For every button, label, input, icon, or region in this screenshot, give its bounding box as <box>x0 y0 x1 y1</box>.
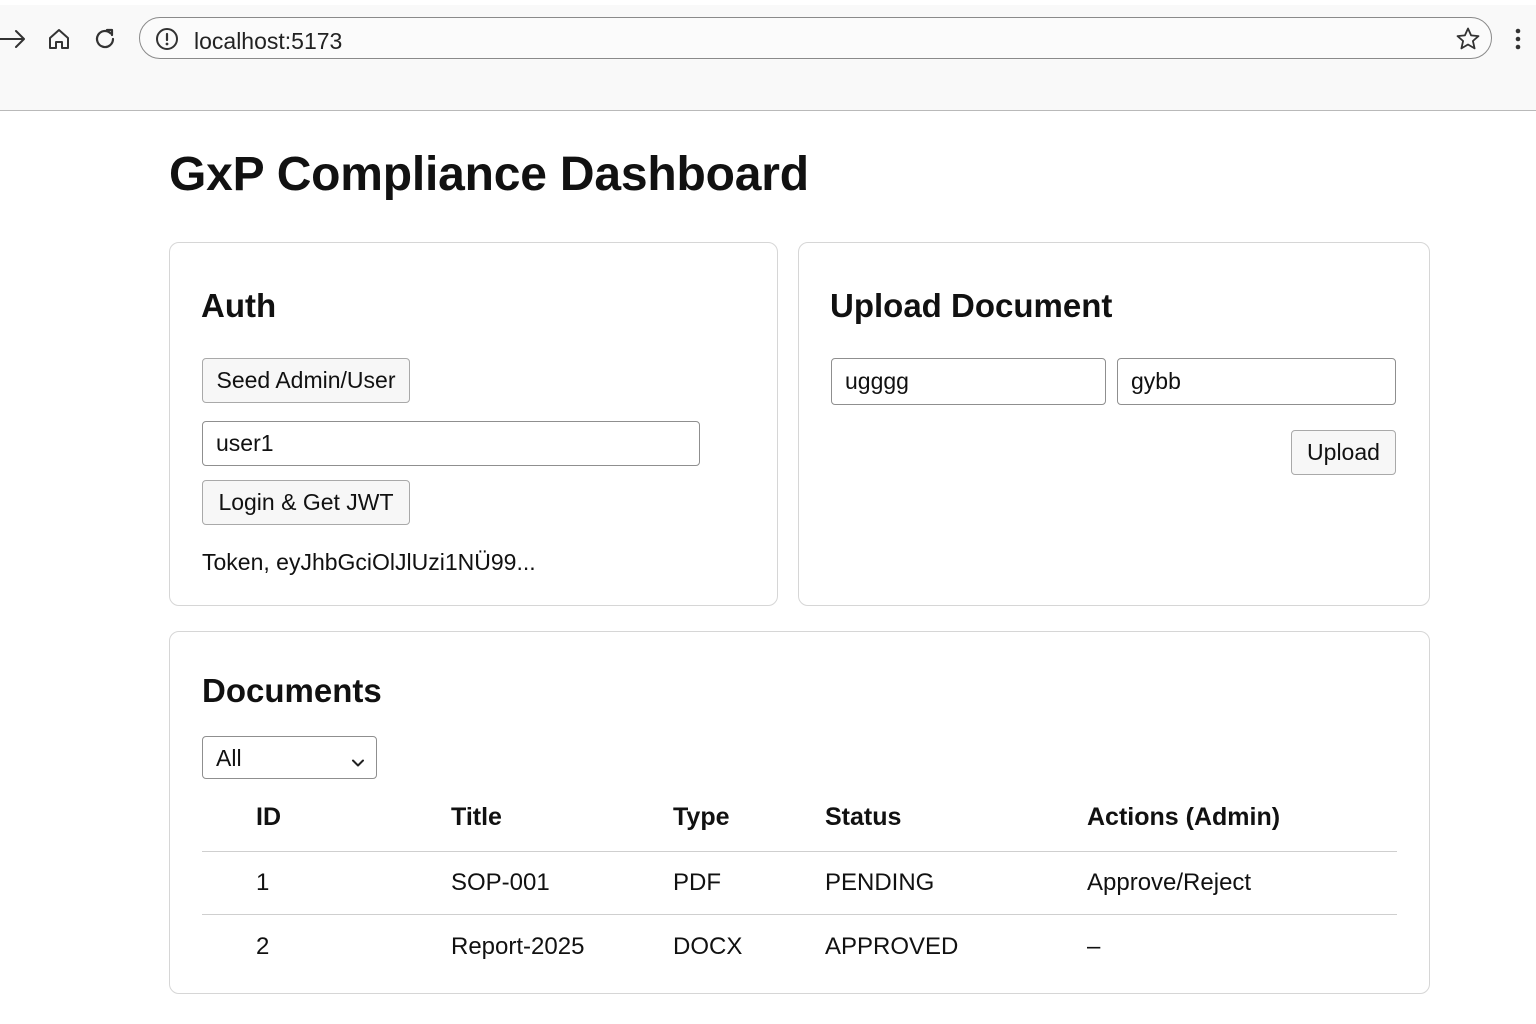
upload-heading: Upload Document <box>830 287 1113 324</box>
reload-icon[interactable] <box>90 24 120 54</box>
auth-heading: Auth <box>201 287 277 324</box>
document-type-input[interactable] <box>1117 358 1396 405</box>
document-title-input[interactable] <box>831 358 1106 405</box>
auth-card: Auth Seed Admin/User Login & Get JWT Tok… <box>169 242 778 606</box>
chevron-down-icon <box>350 750 366 777</box>
row-divider <box>202 914 1397 915</box>
column-header-id: ID <box>256 803 281 831</box>
page-title: GxP Compliance Dashboard <box>169 148 809 201</box>
header-divider <box>202 851 1397 852</box>
row-title: SOP-001 <box>451 869 550 896</box>
tab-strip-edge <box>0 0 1536 5</box>
info-icon[interactable] <box>155 27 179 56</box>
row-actions: – <box>1087 933 1101 960</box>
username-input[interactable] <box>202 421 700 466</box>
row-type: PDF <box>673 869 721 896</box>
token-text: Token, eyJhbGciOlJlUzi1NÜ99... <box>202 549 536 575</box>
upload-button[interactable]: Upload <box>1291 430 1396 475</box>
forward-icon[interactable] <box>0 24 28 54</box>
row-type: DOCX <box>673 933 743 960</box>
documents-heading: Documents <box>202 672 382 709</box>
browser-toolbar: localhost:5173 <box>0 0 1536 111</box>
url-text[interactable]: localhost:5173 <box>194 28 342 55</box>
approve-reject-action[interactable]: Approve/Reject <box>1087 869 1251 897</box>
column-header-title: Title <box>451 803 502 831</box>
seed-admin-user-button[interactable]: Seed Admin/User <box>202 358 410 403</box>
row-status: APPROVED <box>825 933 959 960</box>
row-status: PENDING <box>825 869 935 896</box>
status-filter-value: All <box>216 745 242 771</box>
column-header-status: Status <box>825 803 902 831</box>
star-icon[interactable] <box>1455 26 1481 57</box>
row-title: Report-2025 <box>451 933 585 960</box>
row-id: 2 <box>256 933 270 960</box>
upload-card: Upload Document Upload <box>798 242 1430 606</box>
menu-icon[interactable] <box>1508 24 1528 59</box>
column-header-type: Type <box>673 803 730 831</box>
status-filter-select[interactable]: All <box>202 736 377 779</box>
address-bar[interactable]: localhost:5173 <box>139 17 1492 59</box>
login-button[interactable]: Login & Get JWT <box>202 480 410 525</box>
row-id: 1 <box>256 869 270 896</box>
home-icon[interactable] <box>44 24 74 54</box>
column-header-actions: Actions (Admin) <box>1087 803 1281 831</box>
